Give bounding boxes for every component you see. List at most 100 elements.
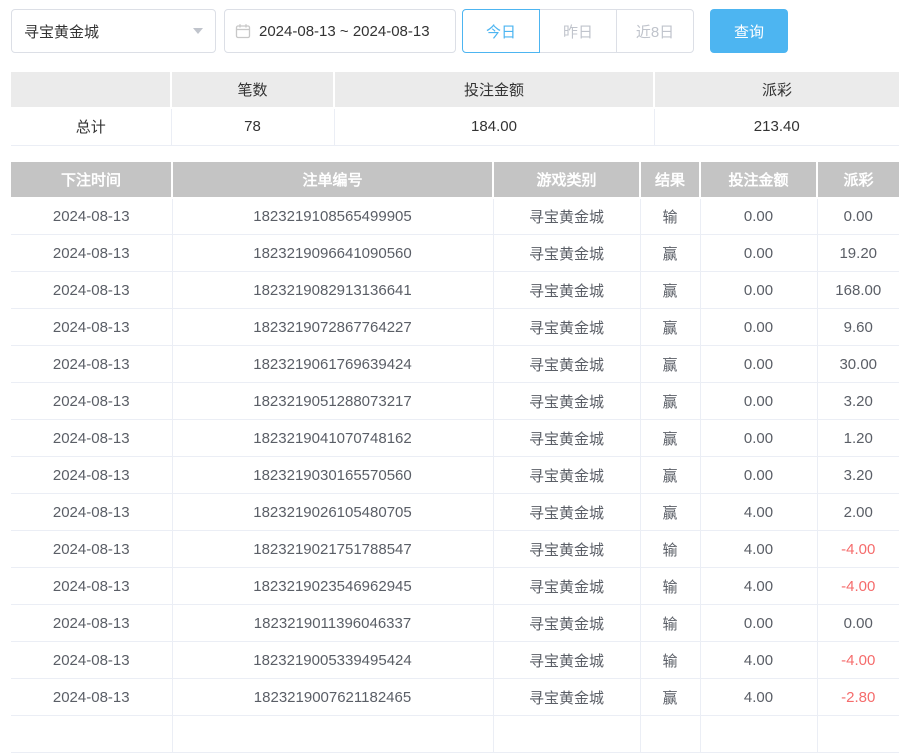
yesterday-button[interactable]: 昨日	[539, 9, 617, 53]
summary-total-row: 总计 78 184.00 213.40	[11, 108, 899, 145]
order-no-cell: 1823219021751788547	[172, 531, 493, 568]
table-row: 2024-08-131823219082913136641寻宝黄金城赢0.001…	[11, 272, 899, 309]
bet-amount-cell: 0.00	[700, 309, 817, 346]
game-type-cell: 寻宝黄金城	[493, 198, 640, 235]
result-cell: 输	[640, 605, 700, 642]
payout-cell: -4.00	[817, 568, 899, 605]
summary-header-empty	[11, 72, 171, 108]
result-cell: 赢	[640, 235, 700, 272]
records-table: 下注时间 注单编号 游戏类别 结果 投注金额 派彩 2024-08-131823…	[11, 162, 899, 753]
date-range-value: 2024-08-13 ~ 2024-08-13	[259, 23, 430, 40]
bet-amount-cell: 0.00	[700, 235, 817, 272]
bet-time-cell: 2024-08-13	[11, 568, 172, 605]
bet-time-cell: 2024-08-13	[11, 383, 172, 420]
bet-amount-cell	[700, 716, 817, 753]
caret-down-icon	[193, 28, 203, 34]
table-row: 2024-08-131823219072867764227寻宝黄金城赢0.009…	[11, 309, 899, 346]
table-row	[11, 716, 899, 753]
order-no-cell	[172, 716, 493, 753]
order-no-cell: 1823219108565499905	[172, 198, 493, 235]
payout-cell: 0.00	[817, 605, 899, 642]
col-header-game-type: 游戏类别	[493, 162, 640, 198]
game-type-cell: 寻宝黄金城	[493, 679, 640, 716]
result-cell: 输	[640, 642, 700, 679]
filter-bar: 寻宝黄金城 2024-08-13 ~ 2024-08-13 今日 昨日 近8日 …	[11, 9, 899, 53]
table-row: 2024-08-131823219096641090560寻宝黄金城赢0.001…	[11, 235, 899, 272]
quick-date-buttons: 今日 昨日 近8日	[462, 9, 694, 53]
bet-amount-cell: 0.00	[700, 420, 817, 457]
payout-cell: 3.20	[817, 457, 899, 494]
bet-time-cell: 2024-08-13	[11, 235, 172, 272]
bet-time-cell	[11, 716, 172, 753]
game-type-cell: 寻宝黄金城	[493, 457, 640, 494]
bet-time-cell: 2024-08-13	[11, 346, 172, 383]
game-type-cell: 寻宝黄金城	[493, 383, 640, 420]
order-no-cell: 1823219026105480705	[172, 494, 493, 531]
bet-amount-cell: 0.00	[700, 605, 817, 642]
result-cell: 输	[640, 198, 700, 235]
query-button[interactable]: 查询	[710, 9, 788, 53]
bet-amount-cell: 0.00	[700, 198, 817, 235]
today-button[interactable]: 今日	[462, 9, 540, 53]
payout-cell	[817, 716, 899, 753]
result-cell: 输	[640, 568, 700, 605]
total-bet-amount: 184.00	[334, 108, 654, 145]
col-header-order-no: 注单编号	[172, 162, 493, 198]
bet-time-cell: 2024-08-13	[11, 272, 172, 309]
game-type-cell: 寻宝黄金城	[493, 531, 640, 568]
payout-cell: 168.00	[817, 272, 899, 309]
calendar-icon	[235, 23, 251, 39]
game-type-cell: 寻宝黄金城	[493, 309, 640, 346]
game-type-cell: 寻宝黄金城	[493, 605, 640, 642]
bet-time-cell: 2024-08-13	[11, 642, 172, 679]
col-header-result: 结果	[640, 162, 700, 198]
bet-amount-cell: 0.00	[700, 272, 817, 309]
result-cell: 输	[640, 531, 700, 568]
summary-header-count: 笔数	[171, 72, 334, 108]
bet-time-cell: 2024-08-13	[11, 531, 172, 568]
date-range-picker[interactable]: 2024-08-13 ~ 2024-08-13	[224, 9, 456, 53]
total-count: 78	[171, 108, 334, 145]
order-no-cell: 1823219096641090560	[172, 235, 493, 272]
bet-time-cell: 2024-08-13	[11, 309, 172, 346]
summary-table: 笔数 投注金额 派彩 总计 78 184.00 213.40	[11, 72, 899, 146]
order-no-cell: 1823219061769639424	[172, 346, 493, 383]
bet-amount-cell: 0.00	[700, 457, 817, 494]
game-type-cell	[493, 716, 640, 753]
payout-cell: -2.80	[817, 679, 899, 716]
bet-amount-cell: 0.00	[700, 383, 817, 420]
order-no-cell: 1823219007621182465	[172, 679, 493, 716]
order-no-cell: 1823219041070748162	[172, 420, 493, 457]
order-no-cell: 1823219005339495424	[172, 642, 493, 679]
bet-amount-cell: 0.00	[700, 346, 817, 383]
table-row: 2024-08-131823219023546962945寻宝黄金城输4.00-…	[11, 568, 899, 605]
summary-header-payout: 派彩	[654, 72, 899, 108]
game-type-cell: 寻宝黄金城	[493, 420, 640, 457]
bet-amount-cell: 4.00	[700, 494, 817, 531]
payout-cell: 30.00	[817, 346, 899, 383]
table-row: 2024-08-131823219026105480705寻宝黄金城赢4.002…	[11, 494, 899, 531]
order-no-cell: 1823219023546962945	[172, 568, 493, 605]
bet-amount-cell: 4.00	[700, 642, 817, 679]
bet-time-cell: 2024-08-13	[11, 420, 172, 457]
result-cell: 赢	[640, 494, 700, 531]
payout-cell: 19.20	[817, 235, 899, 272]
payout-cell: -4.00	[817, 531, 899, 568]
col-header-bet-time: 下注时间	[11, 162, 172, 198]
result-cell: 赢	[640, 346, 700, 383]
game-type-cell: 寻宝黄金城	[493, 346, 640, 383]
game-select[interactable]: 寻宝黄金城	[11, 9, 216, 53]
last-8-days-button[interactable]: 近8日	[616, 9, 694, 53]
table-row: 2024-08-131823219007621182465寻宝黄金城赢4.00-…	[11, 679, 899, 716]
table-row: 2024-08-131823219051288073217寻宝黄金城赢0.003…	[11, 383, 899, 420]
betting-records-page: 寻宝黄金城 2024-08-13 ~ 2024-08-13 今日 昨日 近8日 …	[0, 0, 911, 753]
total-label: 总计	[11, 108, 171, 145]
result-cell: 赢	[640, 272, 700, 309]
summary-header-bet-amount: 投注金额	[334, 72, 654, 108]
result-cell: 赢	[640, 457, 700, 494]
game-select-value: 寻宝黄金城	[24, 21, 99, 42]
result-cell: 赢	[640, 309, 700, 346]
payout-cell: 1.20	[817, 420, 899, 457]
payout-cell: 0.00	[817, 198, 899, 235]
summary-header-row: 笔数 投注金额 派彩	[11, 72, 899, 108]
